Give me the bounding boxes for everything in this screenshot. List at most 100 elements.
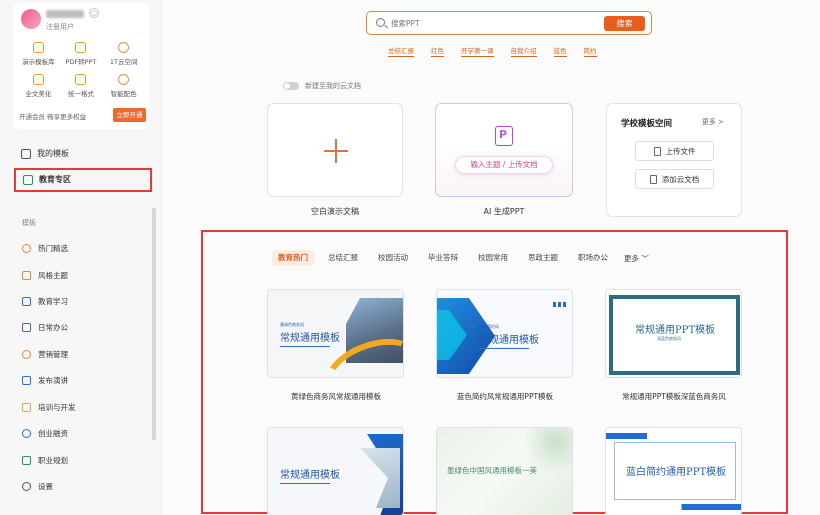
cloud-toggle[interactable] <box>283 82 299 90</box>
tab-edu-hot[interactable]: 教育热门 <box>272 250 314 266</box>
template-title: 蓝白简约通用PPT模板 <box>626 467 727 478</box>
feature-row: 全文美化 统一格式 智能配色 <box>17 74 145 98</box>
search-icon <box>376 18 385 27</box>
template-rule <box>479 348 529 349</box>
hot-word[interactable]: 蓝色 <box>553 47 567 57</box>
sidebar-item-marketing[interactable]: 营销管理 <box>22 349 68 360</box>
plus-icon <box>324 139 348 163</box>
template-icon <box>32 42 44 53</box>
school-card-title: 学校模板空间 <box>621 119 673 129</box>
hot-word[interactable]: 简约 <box>583 47 597 57</box>
feature-unify-format[interactable]: 统一格式 <box>60 74 103 98</box>
hot-word[interactable]: 红色 <box>431 47 444 57</box>
tab-ideology[interactable]: 思政主题 <box>522 250 564 266</box>
tab-campus-common[interactable]: 校园常用 <box>472 250 514 266</box>
sidebar: ○ 注册用户 演示模板库 PDF转PPT 1T云空间 全文美化 统一格式 智能配… <box>0 0 162 515</box>
feature-template-library[interactable]: 演示模板库 <box>17 42 60 66</box>
hot-word[interactable]: 自我介绍 <box>510 47 537 57</box>
pdf-icon <box>75 42 87 53</box>
hot-words: 总结汇报 红色 开学第一课 自我介绍 蓝色 简约 <box>388 47 597 57</box>
school-template-card: 学校模板空间 更多 > 上传文件 添加云文档 <box>606 103 742 217</box>
sidebar-item-hot[interactable]: 热门精选 <box>22 243 68 254</box>
template-name: 黄绿色商务风常规通用模板 <box>291 392 381 401</box>
tab-graduation[interactable]: 毕业答辩 <box>422 250 464 266</box>
sidebar-item-office[interactable]: 日常办公 <box>22 322 68 333</box>
hot-word[interactable]: 总结汇报 <box>388 47 414 57</box>
tab-campus-activity[interactable]: 校园活动 <box>372 250 414 266</box>
marketing-icon <box>22 350 31 359</box>
monitor-icon <box>22 323 31 332</box>
template-dots <box>553 302 566 307</box>
template-title: 常规通用模板 <box>280 470 340 481</box>
training-icon <box>22 403 31 412</box>
upload-file-button[interactable]: 上传文件 <box>635 141 714 161</box>
vip-note: 开通会员 畅享更多权益 <box>19 113 87 121</box>
sidebar-scrollbar[interactable] <box>152 208 156 440</box>
template-bottom-bar <box>606 504 741 510</box>
section-label: 模板 <box>22 219 36 227</box>
book-icon <box>22 297 31 306</box>
template-icon <box>21 149 31 159</box>
format-icon <box>75 74 87 85</box>
feature-cloud-space[interactable]: 1T云空间 <box>102 42 145 66</box>
user-card: ○ 注册用户 演示模板库 PDF转PPT 1T云空间 全文美化 统一格式 智能配… <box>13 3 149 129</box>
search-input[interactable] <box>391 16 571 31</box>
sidebar-item-career[interactable]: 职业规划 <box>22 455 68 466</box>
sidebar-item-education[interactable]: 教育学习 <box>22 296 68 307</box>
add-cloud-doc-button[interactable]: 添加云文档 <box>635 169 714 189</box>
feature-smart-color[interactable]: 智能配色 <box>102 74 145 98</box>
cloud-toggle-label: 新建至我的云文档 <box>305 82 361 90</box>
template-card[interactable]: 蓝白简约通用PPT模板 <box>605 427 742 515</box>
template-rule <box>280 483 330 484</box>
template-title: 墨绿色中国风通用模板一美 <box>447 466 537 475</box>
presentation-icon <box>22 376 31 385</box>
sidebar-item-startup[interactable]: 创业融资 <box>22 428 68 439</box>
sidebar-item-settings[interactable]: 设置 <box>22 481 53 492</box>
career-icon <box>22 456 31 465</box>
template-card[interactable]: 常规通用PPT模板 深蓝色商务风 <box>605 289 742 378</box>
beautify-icon <box>32 74 44 85</box>
sidebar-item-training[interactable]: 培训与开发 <box>22 402 76 413</box>
ai-input-button[interactable]: 输入主题 / 上传文档 <box>455 156 553 174</box>
feature-beautify[interactable]: 全文美化 <box>17 74 60 98</box>
search-button[interactable]: 搜索 <box>604 16 645 31</box>
ai-generate-card[interactable]: 输入主题 / 上传文档 <box>435 103 573 197</box>
heart-icon <box>22 244 31 253</box>
school-icon <box>23 175 33 185</box>
gear-icon <box>22 482 31 491</box>
avatar[interactable] <box>21 9 41 29</box>
tab-summary[interactable]: 总结汇报 <box>322 250 364 266</box>
template-name: 蓝色简约风常规通用PPT模板 <box>456 392 554 401</box>
template-card[interactable]: 蓝色简约风 常规通用模板 <box>436 289 573 378</box>
template-card[interactable]: 常规通用模板 <box>267 427 404 515</box>
cloud-icon <box>118 42 130 53</box>
user-role: 注册用户 <box>46 23 74 31</box>
feature-pdf-to-ppt[interactable]: PDF转PPT <box>60 42 103 66</box>
search-box: 搜索 <box>366 11 652 35</box>
feature-row: 演示模板库 PDF转PPT 1T云空间 <box>17 42 145 66</box>
template-title: 常规通用PPT模板 <box>635 325 716 336</box>
template-rule <box>280 346 330 347</box>
tab-workplace[interactable]: 职场办公 <box>572 250 614 266</box>
verified-icon: ○ <box>89 8 99 18</box>
nav-education-zone[interactable]: 教育专区 <box>14 168 152 192</box>
ai-ppt-icon <box>495 126 513 146</box>
nav-my-templates[interactable]: 我的模板 <box>14 142 152 166</box>
cloud-doc-icon <box>649 174 657 184</box>
coin-icon <box>22 429 31 438</box>
template-card[interactable]: 墨绿色中国风通用模板一美 <box>436 427 573 515</box>
school-more-link[interactable]: 更多 > <box>702 117 724 127</box>
template-top-bar <box>606 433 741 439</box>
sidebar-item-style[interactable]: 风格主题 <box>22 270 68 281</box>
template-card[interactable]: 黄绿色商务风 常规通用模板 <box>267 289 404 378</box>
vip-open-button[interactable]: 立即开通 <box>113 108 146 122</box>
hot-word[interactable]: 开学第一课 <box>461 47 494 57</box>
ai-generate-label: AI 生成PPT <box>483 207 525 216</box>
grid-icon <box>22 271 31 280</box>
tab-more[interactable]: 更多 ﹀ <box>624 253 649 264</box>
blank-presentation-card[interactable] <box>267 103 403 197</box>
sidebar-item-speech[interactable]: 发布演讲 <box>22 375 68 386</box>
template-title: 常规通用模板 <box>479 335 539 346</box>
palette-icon <box>118 74 130 85</box>
template-title: 常规通用模板 <box>280 333 340 344</box>
